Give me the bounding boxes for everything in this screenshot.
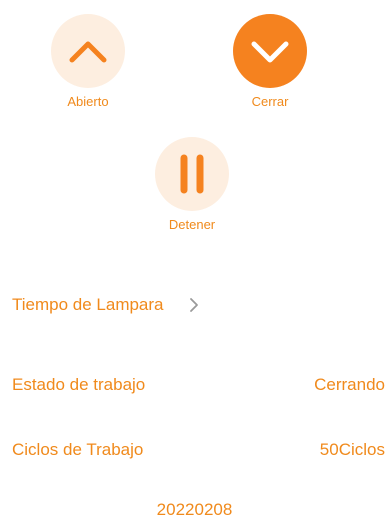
close-button-circle[interactable] bbox=[233, 14, 307, 88]
open-button[interactable]: Abierto bbox=[48, 14, 128, 109]
open-button-label: Abierto bbox=[67, 94, 109, 109]
lamp-time-link[interactable]: Tiempo de Lampara bbox=[12, 295, 200, 315]
chevron-right-icon bbox=[188, 297, 200, 313]
chevron-up-icon bbox=[69, 41, 107, 63]
close-button[interactable]: Cerrar bbox=[230, 14, 310, 109]
stop-button-circle[interactable] bbox=[155, 137, 229, 211]
work-cycles-row: Ciclos de Trabajo 50Ciclos bbox=[12, 440, 385, 460]
chevron-down-icon bbox=[251, 41, 289, 63]
work-state-row: Estado de trabajo Cerrando bbox=[12, 375, 385, 395]
stop-button[interactable]: Detener bbox=[152, 137, 232, 232]
version-code: 20220208 bbox=[156, 500, 233, 519]
lamp-time-row[interactable]: Tiempo de Lampara bbox=[12, 295, 385, 315]
work-state-label: Estado de trabajo bbox=[12, 375, 146, 394]
work-state-value: Cerrando bbox=[314, 375, 385, 394]
close-button-label: Cerrar bbox=[251, 94, 289, 109]
lamp-time-label: Tiempo de Lampara bbox=[12, 295, 164, 314]
pause-icon bbox=[180, 154, 204, 194]
open-button-circle[interactable] bbox=[51, 14, 125, 88]
stop-button-label: Detener bbox=[168, 217, 216, 232]
work-cycles-value: 50Ciclos bbox=[319, 440, 385, 459]
work-cycles-label: Ciclos de Trabajo bbox=[12, 440, 144, 459]
